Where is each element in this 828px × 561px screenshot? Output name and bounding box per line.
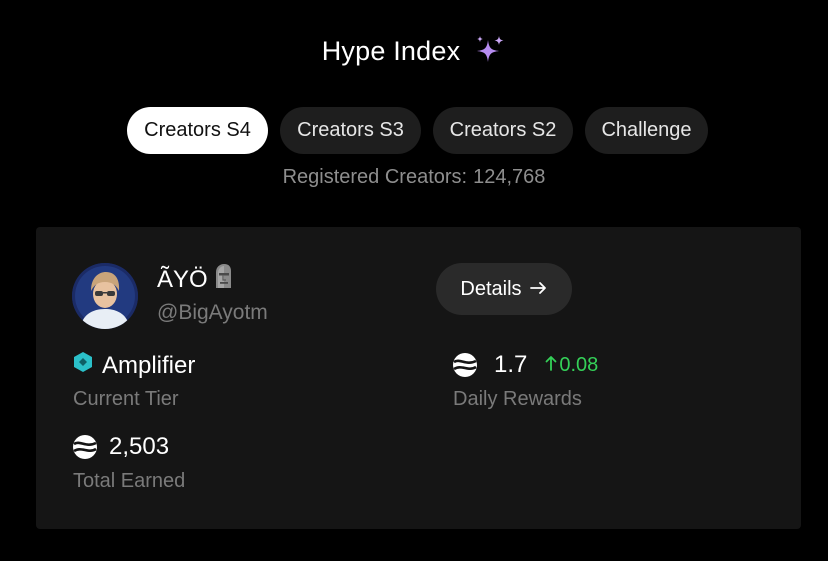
tab-creators-s4[interactable]: Creators S4: [127, 107, 268, 154]
daily-rewards-label: Daily Rewards: [453, 388, 582, 410]
avatar[interactable]: [72, 263, 138, 329]
current-tier: Amplifier: [73, 351, 195, 380]
details-button[interactable]: Details: [436, 263, 572, 315]
creator-card: ÃYÖ @BigAyotm Details Amplifier Current …: [36, 227, 801, 529]
coin-swirl-icon: [452, 352, 478, 378]
page-header: Hype Index: [0, 28, 828, 74]
tab-challenge[interactable]: Challenge: [585, 107, 708, 154]
total-earned: 2,503: [72, 433, 169, 461]
hexagon-tier-icon: [73, 351, 93, 380]
tab-creators-s2[interactable]: Creators S2: [433, 107, 573, 154]
total-earned-label: Total Earned: [73, 470, 186, 492]
registered-creators-count: 124,768: [473, 166, 546, 188]
hype-index-page: Hype Index Creators S4 Creators S3 Creat…: [0, 0, 828, 561]
daily-rewards: 1.7 0.08: [452, 351, 598, 379]
tab-creators-s3[interactable]: Creators S3: [280, 107, 421, 154]
page-title: Hype Index: [321, 35, 461, 66]
details-button-label: Details: [460, 277, 522, 300]
registered-creators: Registered Creators: 124,768: [0, 166, 828, 189]
profile-handle: @BigAyotm: [157, 301, 268, 324]
daily-rewards-value: 1.7: [494, 351, 528, 378]
arrow-right-icon: [529, 278, 548, 301]
coin-swirl-icon: [72, 434, 98, 460]
arrow-up-icon: [545, 354, 557, 377]
daily-rewards-change: 0.08: [545, 354, 598, 377]
current-tier-label: Current Tier: [73, 388, 179, 410]
registered-creators-label: Registered Creators:: [282, 166, 468, 188]
daily-rewards-change-value: 0.08: [559, 353, 599, 376]
profile-name: ÃYÖ: [157, 263, 234, 296]
profile-name-text: ÃYÖ: [157, 265, 208, 293]
total-earned-value: 2,503: [109, 433, 170, 460]
moai-emoji: [212, 263, 234, 296]
sparkle-icon: [474, 34, 506, 68]
current-tier-value: Amplifier: [102, 351, 196, 379]
season-tabs: Creators S4 Creators S3 Creators S2 Chal…: [127, 107, 708, 154]
